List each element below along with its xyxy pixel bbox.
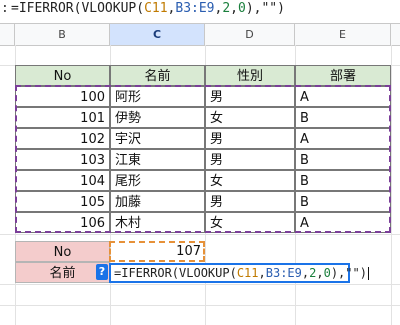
table-cell-gender[interactable]: 男	[205, 86, 295, 107]
table-cell-name[interactable]: 伊勢	[110, 107, 205, 128]
formula-match-type: 0	[238, 1, 246, 16]
table-header-no[interactable]: No	[15, 65, 110, 86]
editor-fn: =IFERROR(VLOOKUP(	[114, 266, 237, 280]
column-header-d[interactable]: D	[205, 24, 295, 45]
table-cell-no[interactable]: 102	[15, 128, 110, 149]
table-cell-name[interactable]: 尾形	[110, 170, 205, 191]
table-cell-no[interactable]: 105	[15, 191, 110, 212]
table-cell-no[interactable]: 100	[15, 86, 110, 107]
table-header-dept[interactable]: 部署	[295, 65, 391, 86]
column-header-b[interactable]: B	[15, 24, 110, 45]
table-cell-name[interactable]: 木村	[110, 212, 205, 233]
table-cell-dept[interactable]: B	[295, 191, 391, 212]
table-cell-no[interactable]: 101	[15, 107, 110, 128]
cell-formula-editor[interactable]: =IFERROR(VLOOKUP(C11,B3:E9,2,0),"")	[109, 263, 369, 283]
table-cell-dept[interactable]: A	[295, 86, 391, 107]
table-cell-dept[interactable]: A	[295, 212, 391, 233]
table-cell-name[interactable]: 江東	[110, 149, 205, 170]
table-cell-dept[interactable]: A	[295, 128, 391, 149]
table-cell-no[interactable]: 104	[15, 170, 110, 191]
editor-ref-range: B3:E9	[265, 266, 302, 280]
editor-sep: ,	[258, 266, 266, 280]
grid-line	[0, 234, 400, 235]
grid-line	[0, 305, 400, 306]
formula-ref-range: B3:E9	[175, 1, 215, 16]
grid-line	[391, 45, 392, 325]
column-header-c[interactable]: C	[110, 24, 205, 45]
column-header-a-partial[interactable]	[0, 24, 15, 45]
table-cell-gender[interactable]: 女	[205, 170, 295, 191]
table-cell-name[interactable]: 阿形	[110, 86, 205, 107]
editor-sep: ,	[316, 266, 324, 280]
formula-bar[interactable]: : =IFERROR(VLOOKUP(C11,B3:E9,2,0),"")	[0, 0, 400, 19]
table-cell-gender[interactable]: 男	[205, 191, 295, 212]
column-header-e[interactable]: E	[295, 24, 391, 45]
editor-ref-c11: C11	[236, 266, 259, 280]
column-header-row: B C D E	[0, 23, 400, 46]
formula-bar-prefix: :	[1, 1, 9, 16]
editor-tail: ),"")	[330, 266, 367, 280]
table-header-gender[interactable]: 性別	[205, 65, 295, 86]
table-cell-name[interactable]: 加藤	[110, 191, 205, 212]
table-header-name[interactable]: 名前	[110, 65, 205, 86]
table-cell-gender[interactable]: 男	[205, 149, 295, 170]
lookup-no-value[interactable]: 107	[110, 241, 205, 262]
lookup-no-label[interactable]: No	[15, 241, 110, 262]
formula-ref-c11: C11	[144, 1, 168, 16]
text-caret	[367, 267, 369, 280]
formula-sep: ,	[230, 1, 238, 16]
formula-tail: ),"")	[245, 1, 285, 16]
formula-fn: =IFERROR(VLOOKUP(	[11, 1, 145, 16]
editor-match-type: 0	[323, 266, 331, 280]
table-cell-dept[interactable]: B	[295, 107, 391, 128]
table-cell-dept[interactable]: B	[295, 149, 391, 170]
formula-col-index: 2	[222, 1, 231, 16]
table-cell-gender[interactable]: 女	[205, 212, 295, 233]
formula-text[interactable]: =IFERROR(VLOOKUP(C11,B3:E9,2,0),"")	[11, 1, 285, 16]
table-cell-dept[interactable]: B	[295, 170, 391, 191]
table-cell-no[interactable]: 103	[15, 149, 110, 170]
table-cell-no[interactable]: 106	[15, 212, 110, 233]
table-cell-gender[interactable]: 男	[205, 128, 295, 149]
table-cell-gender[interactable]: 女	[205, 107, 295, 128]
grid-line	[0, 284, 400, 285]
table-cell-name[interactable]: 宇沢	[110, 128, 205, 149]
formula-help-icon[interactable]: ?	[96, 264, 108, 280]
